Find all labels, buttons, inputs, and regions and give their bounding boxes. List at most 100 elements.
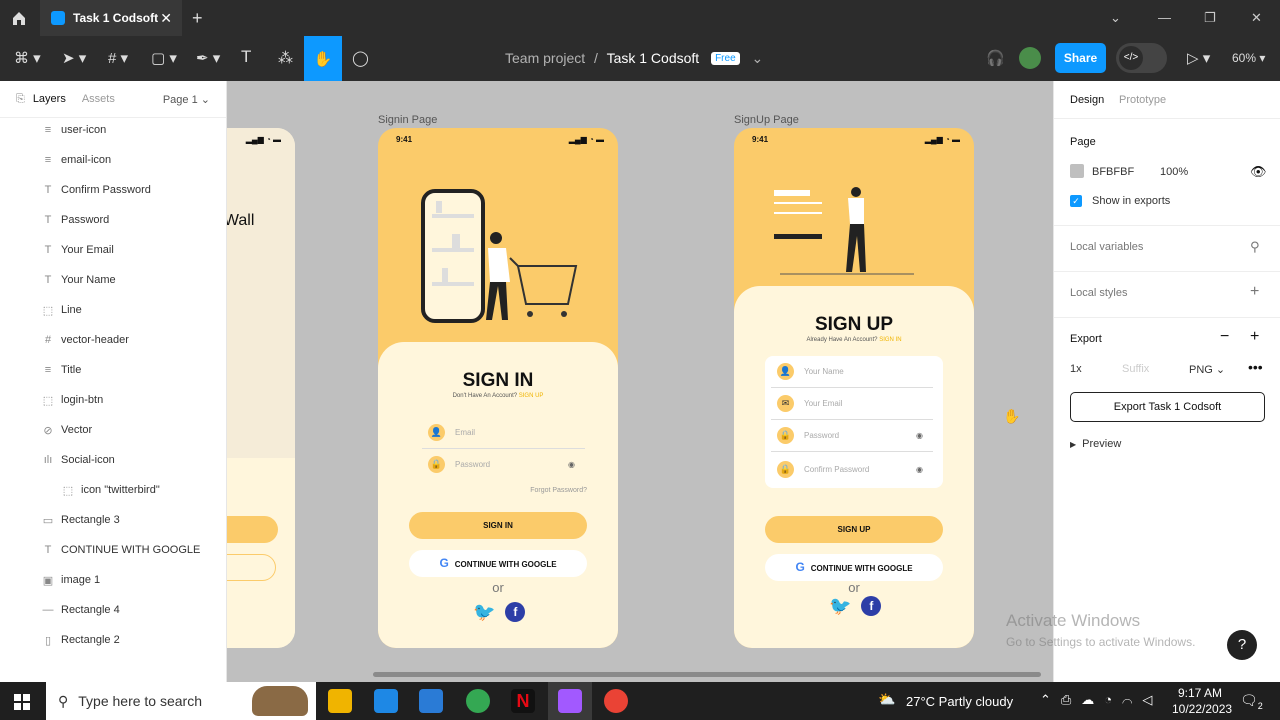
layer-item[interactable]: ≡ email-icon [0,145,226,175]
email-field[interactable]: 👤 Email [422,417,585,449]
signin-button[interactable]: SIGN IN [409,512,587,539]
forgot-password-link[interactable]: Forgot Password? [530,487,587,494]
file-tab[interactable]: Task 1 Codsoft ✕ [40,0,182,36]
weather-text[interactable]: 27°C Partly cloudy [906,694,1013,709]
hand-tool-icon[interactable]: ✋ [304,36,342,81]
layer-item[interactable]: T CONTINUE WITH GOOGLE [0,535,226,565]
clock[interactable]: 9:17 AM 10/22/2023 [1172,686,1232,716]
export-suffix-input[interactable]: Suffix [1122,363,1149,375]
chevron-down-icon[interactable]: ⌄ [1110,10,1121,26]
home-icon[interactable] [11,10,27,26]
help-button[interactable]: ? [1227,630,1257,660]
breadcrumb-file[interactable]: Task 1 Codsoft [607,50,700,66]
layer-item[interactable]: ≡ Title [0,355,226,385]
google-button[interactable]: G CONTINUE WITH GOOGLE [765,554,943,581]
restore-button[interactable]: ❐ [1204,10,1216,26]
figma-icon[interactable] [558,689,582,713]
file-menu-chevron-icon[interactable]: ⌄ [752,50,764,66]
export-scale[interactable]: 1x [1070,363,1082,375]
move-tool-icon[interactable]: ➤ ▾ [62,49,86,67]
present-icon[interactable]: ▷ ▾ [1187,49,1210,67]
text-tool-icon[interactable]: T [241,47,251,67]
layer-item[interactable]: T Password [0,205,226,235]
netflix-icon[interactable]: N [511,689,535,713]
canvas[interactable]: ▂▄▆ ◔ ▬ ive Wall v. ted Signin Page 9:41… [227,81,1053,682]
preview-toggle[interactable]: ▶ Preview [1070,438,1121,450]
minimize-button[interactable]: — [1158,10,1171,25]
close-tab-icon[interactable]: ✕ [160,10,172,27]
chrome-icon[interactable] [466,689,490,713]
new-tab-button[interactable]: + [192,8,203,29]
taskbar-search[interactable]: ⚲ Type here to search [46,682,316,720]
signin-frame[interactable]: 9:41 ▂▄▆ ◔ ▬ SIGN IN Don't Have An Accou… [378,128,618,648]
notification-icon[interactable]: 🗨2 [1240,692,1263,711]
dev-mode-toggle[interactable]: </> [1116,43,1167,73]
layer-item[interactable]: — Rectangle 4 [0,595,226,625]
eye-icon[interactable]: 👁 [1250,164,1267,180]
page-color-hex[interactable]: BFBFBF [1092,166,1134,178]
tab-layers[interactable]: Layers [33,93,66,105]
store-icon[interactable] [419,689,443,713]
file-explorer-icon[interactable] [328,689,352,713]
page-color-swatch[interactable] [1070,164,1084,178]
layer-item[interactable]: ⊘ Vector [0,415,226,445]
frame-label-signin[interactable]: Signin Page [378,114,437,126]
signin-link[interactable]: SIGN IN [879,337,901,343]
twitter-icon[interactable]: 🐦 [473,602,495,622]
signup-frame[interactable]: 9:41 ▂▄▆ ◔ ▬ SIGN UP Already Have An Acc… [734,128,974,648]
facebook-icon[interactable]: f [861,596,882,616]
layer-item[interactable]: ⬚ login-btn [0,385,226,415]
pen-tool-icon[interactable]: ✒ ▾ [196,49,220,67]
local-variables[interactable]: Local variables [1070,241,1143,253]
close-window-button[interactable]: ✕ [1251,10,1262,26]
layer-item[interactable]: ▣ image 1 [0,565,226,595]
layer-item[interactable]: ▭ Rectangle 3 [0,505,226,535]
eye-off-icon[interactable]: ◉ [916,465,923,474]
system-tray-icons[interactable]: ⌃⎙☁◔⌒◁ [1040,692,1162,708]
tab-assets[interactable]: Assets [82,93,115,105]
password-field[interactable]: 🔒 Password ◉ [422,448,585,480]
main-menu-icon[interactable]: ⌘ ▾ [14,49,41,67]
partial-frame[interactable]: ▂▄▆ ◔ ▬ ive Wall v. ted [227,128,295,648]
layer-item[interactable]: ılı Social-icon [0,445,226,475]
facebook-icon[interactable]: f [505,602,526,622]
frame-label-signup[interactable]: SignUp Page [734,114,799,126]
add-export-icon[interactable]: + [1250,328,1259,346]
layer-item[interactable]: ≡ user-icon [0,115,226,145]
name-field[interactable]: 👤 Your Name [771,356,933,388]
horizontal-scrollbar[interactable] [373,672,1041,677]
windows-start-icon[interactable] [14,694,30,710]
sliders-icon[interactable]: ⚲ [1250,239,1260,255]
shape-tool-icon[interactable]: ▢ ▾ [151,49,177,67]
tab-design[interactable]: Design [1070,94,1104,106]
comment-tool-icon[interactable]: ◯ [352,49,369,67]
breadcrumb-team[interactable]: Team project [505,50,585,66]
eye-off-icon[interactable]: ◉ [568,460,575,469]
zoom-level[interactable]: 60% ▾ [1232,51,1265,65]
add-style-icon[interactable]: + [1250,283,1259,301]
more-options-icon[interactable]: ••• [1248,359,1263,375]
chrome-icon-2[interactable] [604,689,628,713]
layer-item[interactable]: # vector-header [0,325,226,355]
layer-item[interactable]: ▯ Rectangle 2 [0,625,226,655]
password-field[interactable]: 🔒 Password ◉ [771,420,933,452]
avatar[interactable] [1019,47,1041,69]
tab-prototype[interactable]: Prototype [1119,94,1166,106]
show-in-exports-checkbox[interactable]: ✓ [1070,195,1082,207]
layer-item[interactable]: ⬚ Line [0,295,226,325]
export-format-select[interactable]: PNG ⌄ [1189,363,1225,376]
headphones-icon[interactable]: 🎧 [986,49,1005,67]
page-color-opacity[interactable]: 100% [1160,166,1188,178]
frame-tool-icon[interactable]: # ▾ [108,49,128,67]
remove-export-icon[interactable]: − [1220,328,1229,346]
share-button[interactable]: Share [1055,43,1106,73]
page-selector[interactable]: Page 1 ⌄ [163,93,210,106]
eye-off-icon[interactable]: ◉ [916,431,923,440]
layer-item[interactable]: ⬚ icon "twitterbird" [0,475,226,505]
email-field[interactable]: ✉ Your Email [771,388,933,420]
mail-icon[interactable] [374,689,398,713]
export-button[interactable]: Export Task 1 Codsoft [1070,392,1265,422]
layer-item[interactable]: T Your Email [0,235,226,265]
signup-button[interactable]: SIGN UP [765,516,943,543]
twitter-icon[interactable]: 🐦 [829,596,851,616]
